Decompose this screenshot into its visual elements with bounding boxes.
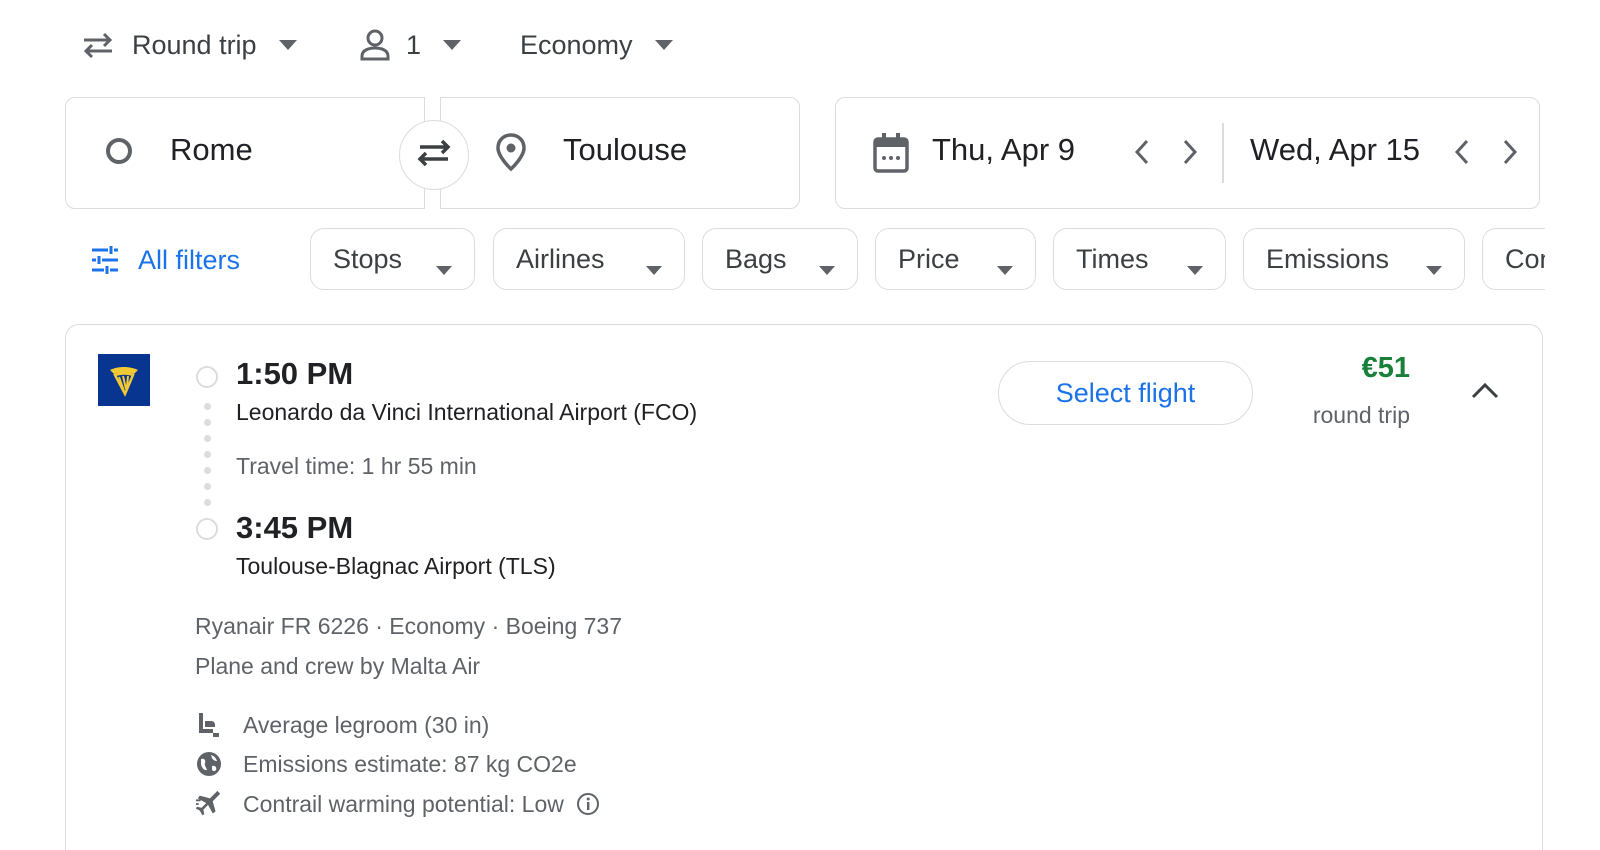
chevron-down-icon: [646, 251, 662, 282]
trip-type-label: Round trip: [132, 29, 257, 60]
passenger-count: 1: [406, 29, 422, 60]
return-prev-day-button[interactable]: [1454, 138, 1470, 171]
timeline-dot: [204, 483, 211, 490]
select-flight-label: Select flight: [1055, 377, 1196, 408]
origin-circle-icon: [104, 136, 134, 171]
filter-chip-emissions[interactable]: Emissions: [1243, 228, 1465, 290]
location-pin-icon: [495, 132, 527, 177]
departure-circle-icon: [196, 366, 218, 388]
return-next-day-button[interactable]: [1502, 138, 1518, 171]
timeline-dot: [204, 451, 211, 458]
price: €51: [1361, 352, 1410, 384]
return-date: Wed, Apr 15: [1250, 132, 1421, 167]
departure-time: 1:50 PM: [236, 356, 354, 391]
filter-chip-stops[interactable]: Stops: [310, 228, 475, 290]
chevron-down-icon: [1187, 251, 1203, 282]
travel-time: Travel time: 1 hr 55 min: [236, 453, 477, 479]
chevron-down-icon: [654, 40, 673, 50]
destination-field[interactable]: Toulouse: [440, 97, 800, 209]
seat-icon: [195, 711, 223, 739]
dates-field[interactable]: Thu, Apr 9 Wed, Apr 15: [835, 97, 1540, 209]
filter-chip-bags[interactable]: Bags: [702, 228, 858, 290]
emissions-text: Emissions estimate: 87 kg CO2e: [243, 750, 577, 777]
globe-icon: [195, 750, 223, 778]
chevron-down-icon: [436, 251, 452, 282]
swap-horizontal-icon: [80, 30, 116, 60]
trip-type-select[interactable]: Round trip: [80, 22, 297, 68]
legroom-text: Average legroom (30 in): [243, 711, 490, 738]
legroom-row: Average legroom (30 in): [195, 710, 489, 740]
date-divider: [1222, 123, 1224, 183]
swap-icon: [414, 137, 454, 174]
passengers-select[interactable]: 1: [360, 22, 462, 68]
departure-airport: Leonardo da Vinci International Airport …: [236, 399, 698, 425]
chevron-down-icon: [443, 40, 462, 50]
chip-label: Emissions: [1266, 243, 1390, 274]
info-icon[interactable]: [576, 792, 600, 816]
cabin-class-select[interactable]: Economy: [520, 22, 673, 68]
ryanair-logo-icon: [98, 354, 150, 406]
filter-chip-price[interactable]: Price: [875, 228, 1036, 290]
chevron-down-icon: [997, 251, 1013, 282]
chevron-down-icon: [1426, 251, 1442, 282]
chip-label: Price: [898, 243, 960, 274]
timeline-dot: [204, 499, 211, 506]
contrail-text: Contrail warming potential: Low: [243, 790, 564, 817]
destination-value: Toulouse: [563, 132, 688, 167]
cabin-class-label: Economy: [520, 29, 633, 60]
calendar-icon: [872, 132, 910, 179]
timeline-dot: [204, 403, 211, 410]
filter-chips-row: Stops Airlines Bags Price Times Emission…: [0, 220, 1545, 300]
operator-info: Plane and crew by Malta Air: [195, 653, 481, 679]
chevron-down-icon: [819, 251, 835, 282]
filter-chip-airlines[interactable]: Airlines: [493, 228, 685, 290]
flight-info: Ryanair FR 6226 · Economy · Boeing 737: [195, 613, 622, 639]
timeline-dot: [204, 435, 211, 442]
arrival-time: 3:45 PM: [236, 510, 354, 545]
chip-label: Times: [1076, 243, 1149, 274]
depart-date: Thu, Apr 9: [932, 132, 1076, 167]
contrail-plane-icon: [195, 790, 223, 818]
chip-label: Stops: [333, 243, 403, 274]
chip-label: Airlines: [516, 243, 605, 274]
arrival-circle-icon: [196, 518, 218, 540]
filter-chip-times[interactable]: Times: [1053, 228, 1226, 290]
collapse-details-button[interactable]: [1470, 380, 1500, 405]
emissions-row: Emissions estimate: 87 kg CO2e: [195, 749, 577, 779]
arrival-airport: Toulouse-Blagnac Airport (TLS): [236, 553, 556, 579]
timeline-dot: [204, 467, 211, 474]
chip-label: Bags: [725, 243, 787, 274]
depart-next-day-button[interactable]: [1182, 138, 1198, 171]
swap-locations-button[interactable]: [399, 120, 469, 190]
filter-chip-connecting-airports[interactable]: Connecting airports: [1482, 228, 1545, 290]
depart-prev-day-button[interactable]: [1134, 138, 1150, 171]
contrail-row: Contrail warming potential: Low: [195, 789, 600, 819]
origin-value: Rome: [170, 132, 253, 167]
origin-field[interactable]: Rome: [65, 97, 425, 209]
price-note: round trip: [1312, 402, 1410, 428]
select-flight-button[interactable]: Select flight: [998, 361, 1253, 425]
timeline-dot: [204, 419, 211, 426]
chip-label: Connecting airports: [1505, 243, 1545, 274]
chevron-down-icon: [278, 40, 297, 50]
person-icon: [360, 29, 390, 61]
